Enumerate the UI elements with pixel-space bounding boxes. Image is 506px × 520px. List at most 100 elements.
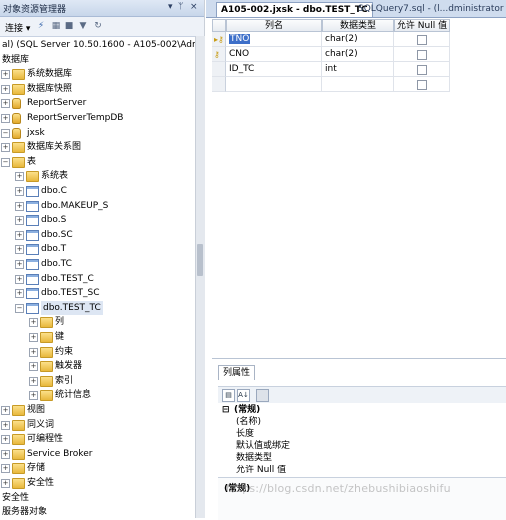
row-header[interactable] [212, 62, 226, 77]
data-type-cell[interactable] [322, 77, 394, 92]
expand-icon[interactable]: + [1, 420, 10, 430]
tab-table-designer[interactable]: A105-002.jxsk - dbo.TEST_TC [216, 2, 373, 17]
expand-icon[interactable]: + [15, 260, 24, 269]
alphabetical-icon[interactable]: A↓ [237, 389, 250, 402]
expand-icon[interactable]: + [29, 362, 38, 372]
property-default-value[interactable]: 默认值或绑定 [236, 441, 290, 452]
expand-icon[interactable]: + [15, 289, 24, 299]
expand-icon[interactable]: + [1, 70, 10, 80]
allow-null-checkbox[interactable] [417, 65, 427, 75]
properties-category-toggle[interactable]: ⊟ [222, 405, 230, 416]
tree-node[interactable]: 安全性 [0, 491, 204, 505]
expand-icon[interactable]: + [15, 274, 24, 284]
disconnect-icon[interactable]: ▦ [51, 21, 61, 31]
table-row[interactable]: ▸⚷ TNO char(2) [212, 32, 506, 47]
expand-icon[interactable]: + [29, 376, 38, 386]
tree-node[interactable]: + ReportServerTempDB [0, 111, 204, 125]
expand-icon[interactable]: + [1, 99, 10, 109]
expand-icon[interactable]: + [1, 406, 10, 415]
column-name-cell[interactable] [226, 77, 322, 92]
data-type-cell[interactable]: char(2) [322, 47, 394, 62]
row-header[interactable]: ▸⚷ [212, 32, 226, 47]
stop-icon[interactable]: ■ [64, 21, 74, 31]
tree-node[interactable]: + 数据库关系图 [0, 140, 204, 154]
tree-node[interactable]: + 索引 [0, 374, 204, 388]
tree-node[interactable]: + dbo.SC [0, 228, 204, 242]
expand-icon[interactable]: + [15, 187, 24, 196]
tree-node[interactable]: + 约束 [0, 345, 204, 359]
data-type-cell[interactable]: int [322, 62, 394, 77]
tree-node[interactable]: + 系统数据库 [0, 67, 204, 81]
expand-icon[interactable]: + [1, 449, 10, 459]
property-name[interactable]: (名称) [236, 417, 261, 428]
table-row[interactable]: ⚷ CNO char(2) [212, 47, 506, 62]
expand-icon[interactable]: + [15, 230, 24, 240]
tree-node[interactable]: + dbo.T [0, 242, 204, 256]
tree-node[interactable]: − dbo.TEST_TC [0, 300, 204, 315]
panel-splitter[interactable] [195, 36, 205, 518]
expand-icon[interactable]: + [1, 114, 10, 123]
expand-icon[interactable]: + [29, 318, 38, 328]
tree-node[interactable]: + dbo.TEST_C [0, 272, 204, 286]
tree-node[interactable]: + dbo.TEST_SC [0, 286, 204, 300]
tree-node[interactable]: − 表 [0, 155, 204, 169]
row-header[interactable] [212, 77, 226, 92]
tree-node[interactable]: 数据库 [0, 53, 204, 67]
tree-node[interactable]: + Service Broker [0, 447, 204, 461]
expand-icon[interactable]: + [15, 245, 24, 255]
expand-icon[interactable]: + [15, 216, 24, 226]
expand-icon[interactable]: + [1, 479, 10, 488]
connect-button[interactable]: 连接 ▾ [5, 21, 30, 34]
dropdown-icon[interactable]: ▾ [168, 2, 173, 12]
allow-null-checkbox[interactable] [417, 80, 427, 90]
collapse-icon[interactable]: − [1, 157, 10, 167]
allow-null-checkbox[interactable] [417, 35, 427, 45]
tree-node[interactable]: + 键 [0, 330, 204, 344]
property-length[interactable]: 长度 [236, 429, 254, 440]
expand-icon[interactable]: + [15, 172, 24, 182]
tree-node[interactable]: + 安全性 [0, 476, 204, 490]
tree-node[interactable]: + 列 [0, 315, 204, 329]
allow-null-checkbox[interactable] [417, 50, 427, 60]
tree-node[interactable]: + 存储 [0, 461, 204, 475]
expand-icon[interactable]: + [1, 464, 10, 474]
tree-node[interactable]: + dbo.S [0, 213, 204, 227]
tree-node[interactable]: + 同义词 [0, 418, 204, 432]
property-allow-null[interactable]: 允许 Null 值 [236, 465, 286, 473]
table-row[interactable]: ID_TC int [212, 62, 506, 77]
tree-node[interactable]: + 系统表 [0, 169, 204, 183]
expand-icon[interactable]: + [1, 84, 10, 94]
expand-icon[interactable]: + [29, 391, 38, 401]
close-icon[interactable]: × [190, 2, 198, 12]
tree-node[interactable]: + 触发器 [0, 359, 204, 373]
tree-node[interactable]: − jxsk [0, 126, 204, 140]
tree-node[interactable]: + 视图 [0, 403, 204, 417]
splitter-thumb[interactable] [197, 244, 203, 276]
tree-node[interactable]: 服务器对象 [0, 505, 204, 518]
tree-node[interactable]: + dbo.MAKEUP_S [0, 199, 204, 213]
tab-column-properties[interactable]: 列属性 [218, 365, 256, 380]
expand-icon[interactable]: + [1, 143, 10, 153]
column-name-cell[interactable]: CNO [226, 47, 322, 62]
tree-node[interactable]: al) (SQL Server 10.50.1600 - A105-002\Ad… [0, 38, 204, 52]
tree-node[interactable]: + ReportServer [0, 96, 204, 110]
expand-icon[interactable]: + [15, 201, 24, 211]
column-name-cell[interactable]: ID_TC [226, 62, 322, 77]
row-header[interactable]: ⚷ [212, 47, 226, 62]
categorized-icon[interactable]: ▤ [222, 389, 235, 402]
pin-icon[interactable]: ᛘ [178, 2, 183, 12]
collapse-icon[interactable]: − [15, 303, 24, 313]
table-row[interactable] [212, 77, 506, 92]
refresh-icon[interactable]: ↻ [93, 21, 103, 31]
tree-node[interactable]: + 统计信息 [0, 388, 204, 402]
tree-node[interactable]: + 可编程性 [0, 432, 204, 446]
tree-node[interactable]: + 数据库快照 [0, 82, 204, 96]
expand-icon[interactable]: + [29, 333, 38, 342]
collapse-icon[interactable]: − [1, 128, 10, 138]
expand-icon[interactable]: + [1, 435, 10, 445]
tree-node[interactable]: + dbo.TC [0, 257, 204, 271]
filter-icon[interactable]: ▼ [78, 21, 88, 31]
tree-node[interactable]: + dbo.C [0, 184, 204, 198]
property-data-type[interactable]: 数据类型 [236, 453, 272, 464]
tab-query[interactable]: SQLQuery7.sql - (l...dministrator (55 [354, 2, 506, 16]
